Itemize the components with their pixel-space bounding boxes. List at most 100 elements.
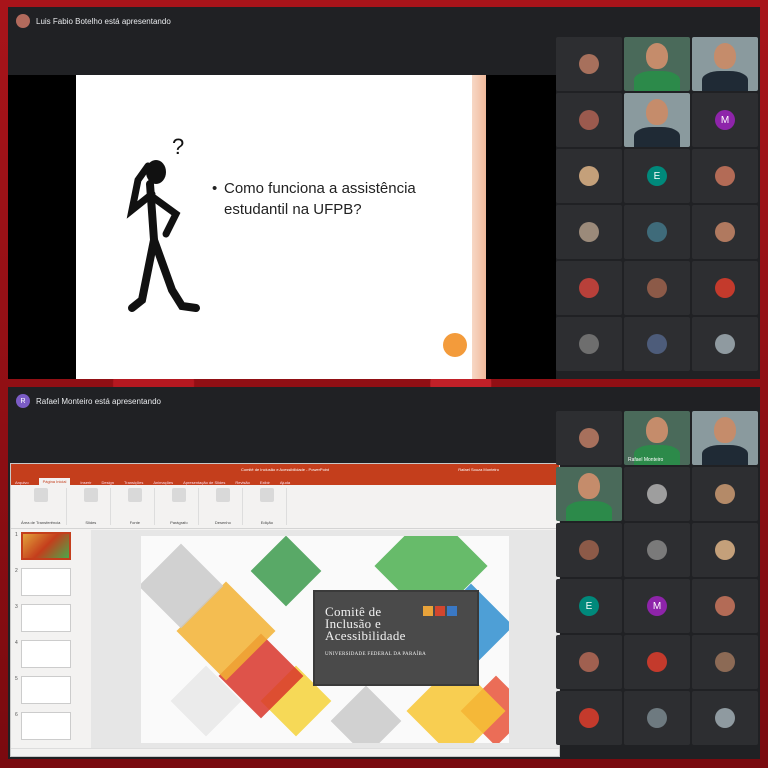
participant-tile[interactable] <box>556 149 622 203</box>
ribbon-group-label: Desenho <box>214 520 231 525</box>
ppt-tab[interactable]: Transições <box>124 480 143 485</box>
ribbon-button-icon[interactable] <box>171 488 186 502</box>
meeting-panel-top: Luis Fabio Botelho está apresentando ? •… <box>8 7 760 379</box>
participant-tile[interactable] <box>556 261 622 315</box>
ppt-tab[interactable]: Inserir <box>80 480 91 485</box>
decorative-cube <box>250 535 322 606</box>
ribbon-button-icon[interactable] <box>83 488 98 502</box>
ribbon-button-icon[interactable] <box>259 488 274 502</box>
slide-thumbnail[interactable] <box>20 532 71 560</box>
ribbon-group: Área de Transferência <box>15 488 68 525</box>
participant-avatar <box>579 428 599 448</box>
participant-avatar <box>715 652 735 672</box>
participant-tile[interactable] <box>692 261 758 315</box>
slide-subtitle: UNIVERSIDADE FEDERAL DA PARAÍBA <box>325 651 427 657</box>
participant-tile[interactable] <box>556 523 622 577</box>
participant-video: Rafael Monteiro <box>624 411 690 465</box>
participant-tile[interactable] <box>624 93 690 147</box>
participant-tile[interactable] <box>624 261 690 315</box>
powerpoint-window[interactable]: Comitê de Inclusão e Acessibilidade - Po… <box>10 463 560 757</box>
participant-tile[interactable] <box>556 467 622 521</box>
slide-number: 6 <box>15 712 18 718</box>
ppt-tab[interactable]: Animações <box>153 480 173 485</box>
ppt-tab[interactable]: Design <box>101 480 113 485</box>
ribbon-button-icon[interactable] <box>33 488 48 502</box>
slide-thumbnail[interactable] <box>20 640 71 668</box>
participant-tile[interactable] <box>624 635 690 689</box>
participant-tile[interactable] <box>556 37 622 91</box>
participant-tile[interactable] <box>692 317 758 371</box>
slide-thumbnail-row[interactable]: 6 <box>15 712 87 740</box>
participant-tile[interactable] <box>624 467 690 521</box>
participant-tile[interactable] <box>624 691 690 745</box>
participant-tile[interactable] <box>624 37 690 91</box>
participant-tile[interactable] <box>556 691 622 745</box>
current-slide[interactable]: Comitê de Inclusão e Acessibilidade UNIV… <box>141 535 509 743</box>
slide-thumbnail[interactable] <box>20 712 71 740</box>
slide-thumbnail[interactable] <box>20 568 71 596</box>
participant-tile[interactable] <box>692 149 758 203</box>
ppt-tab[interactable]: Página Inicial <box>38 478 71 485</box>
slide-thumbnail-row[interactable]: 4 <box>15 640 87 668</box>
ppt-tab[interactable]: Ajuda <box>280 480 290 485</box>
slide-number: 2 <box>15 568 18 574</box>
ribbon-group: Edição <box>247 488 288 525</box>
participant-tile[interactable]: E <box>624 149 690 203</box>
ribbon-group-label: Área de Transferência <box>21 520 61 525</box>
participant-tile[interactable]: E <box>556 579 622 633</box>
participant-tile[interactable] <box>692 579 758 633</box>
participant-tile[interactable] <box>692 691 758 745</box>
participant-tile[interactable]: Rafael Monteiro <box>624 411 690 465</box>
participant-tile[interactable] <box>624 523 690 577</box>
ppt-window-title: Comitê de Inclusão e Acessibilidade - Po… <box>240 467 330 472</box>
participant-avatar <box>579 166 599 186</box>
participant-tile[interactable] <box>624 317 690 371</box>
participant-avatar <box>647 708 667 728</box>
participant-tile[interactable] <box>692 523 758 577</box>
ppt-tab[interactable]: Exibir <box>260 480 270 485</box>
ppt-tab[interactable]: Apresentação de Slides <box>183 480 225 485</box>
participant-tile[interactable] <box>556 317 622 371</box>
participant-avatar <box>715 166 735 186</box>
participant-avatar <box>647 540 667 560</box>
ppt-tab[interactable]: Revisão <box>235 480 249 485</box>
slide-thumbnail-row[interactable]: 5 <box>15 676 87 704</box>
participant-tile[interactable]: M <box>624 579 690 633</box>
participant-avatar: E <box>579 596 599 616</box>
slide-thumbnail-row[interactable]: 3 <box>15 604 87 632</box>
presenter-label: Rafael Monteiro está apresentando <box>36 396 161 406</box>
participant-avatar <box>715 596 735 616</box>
slide-thumbnail-row[interactable]: 1 <box>15 532 87 560</box>
participant-tile[interactable] <box>556 411 622 465</box>
participant-avatar <box>715 334 735 354</box>
participant-tile[interactable]: M <box>692 93 758 147</box>
ribbon-button-icon[interactable] <box>215 488 230 502</box>
ppt-title-bar: Comitê de Inclusão e Acessibilidade - Po… <box>11 464 559 475</box>
participant-tile[interactable] <box>556 635 622 689</box>
participant-avatar <box>647 334 667 354</box>
participant-tile[interactable] <box>692 37 758 91</box>
participant-tile[interactable] <box>692 635 758 689</box>
slide-thumbnail-row[interactable]: 2 <box>15 568 87 596</box>
shared-screen[interactable]: ? • Como funciona a assistência estudant… <box>8 75 556 379</box>
ppt-tab[interactable]: Arquivo <box>15 480 29 485</box>
meeting-panel-bottom: R Rafael Monteiro está apresentando Comi… <box>8 387 760 759</box>
slide-thumbnail[interactable] <box>20 676 71 704</box>
participant-tile[interactable] <box>692 205 758 259</box>
participant-avatar: M <box>647 596 667 616</box>
slide-bullet: • Como funciona a assistência estudantil… <box>212 180 416 218</box>
participant-video <box>624 93 690 147</box>
participant-avatar <box>715 540 735 560</box>
participant-tile[interactable] <box>624 205 690 259</box>
participant-tile[interactable] <box>692 467 758 521</box>
slide-thumbnail[interactable] <box>20 604 71 632</box>
participant-tile[interactable] <box>556 205 622 259</box>
participant-avatar <box>647 484 667 504</box>
participant-grid: Rafael Monteiro E M <box>556 411 760 745</box>
participant-avatar <box>579 110 599 130</box>
ribbon-group-label: Parágrafo <box>170 520 188 525</box>
presenter-label: Luis Fabio Botelho está apresentando <box>36 16 171 26</box>
ribbon-button-icon[interactable] <box>127 488 142 502</box>
participant-tile[interactable] <box>692 411 758 465</box>
participant-tile[interactable] <box>556 93 622 147</box>
